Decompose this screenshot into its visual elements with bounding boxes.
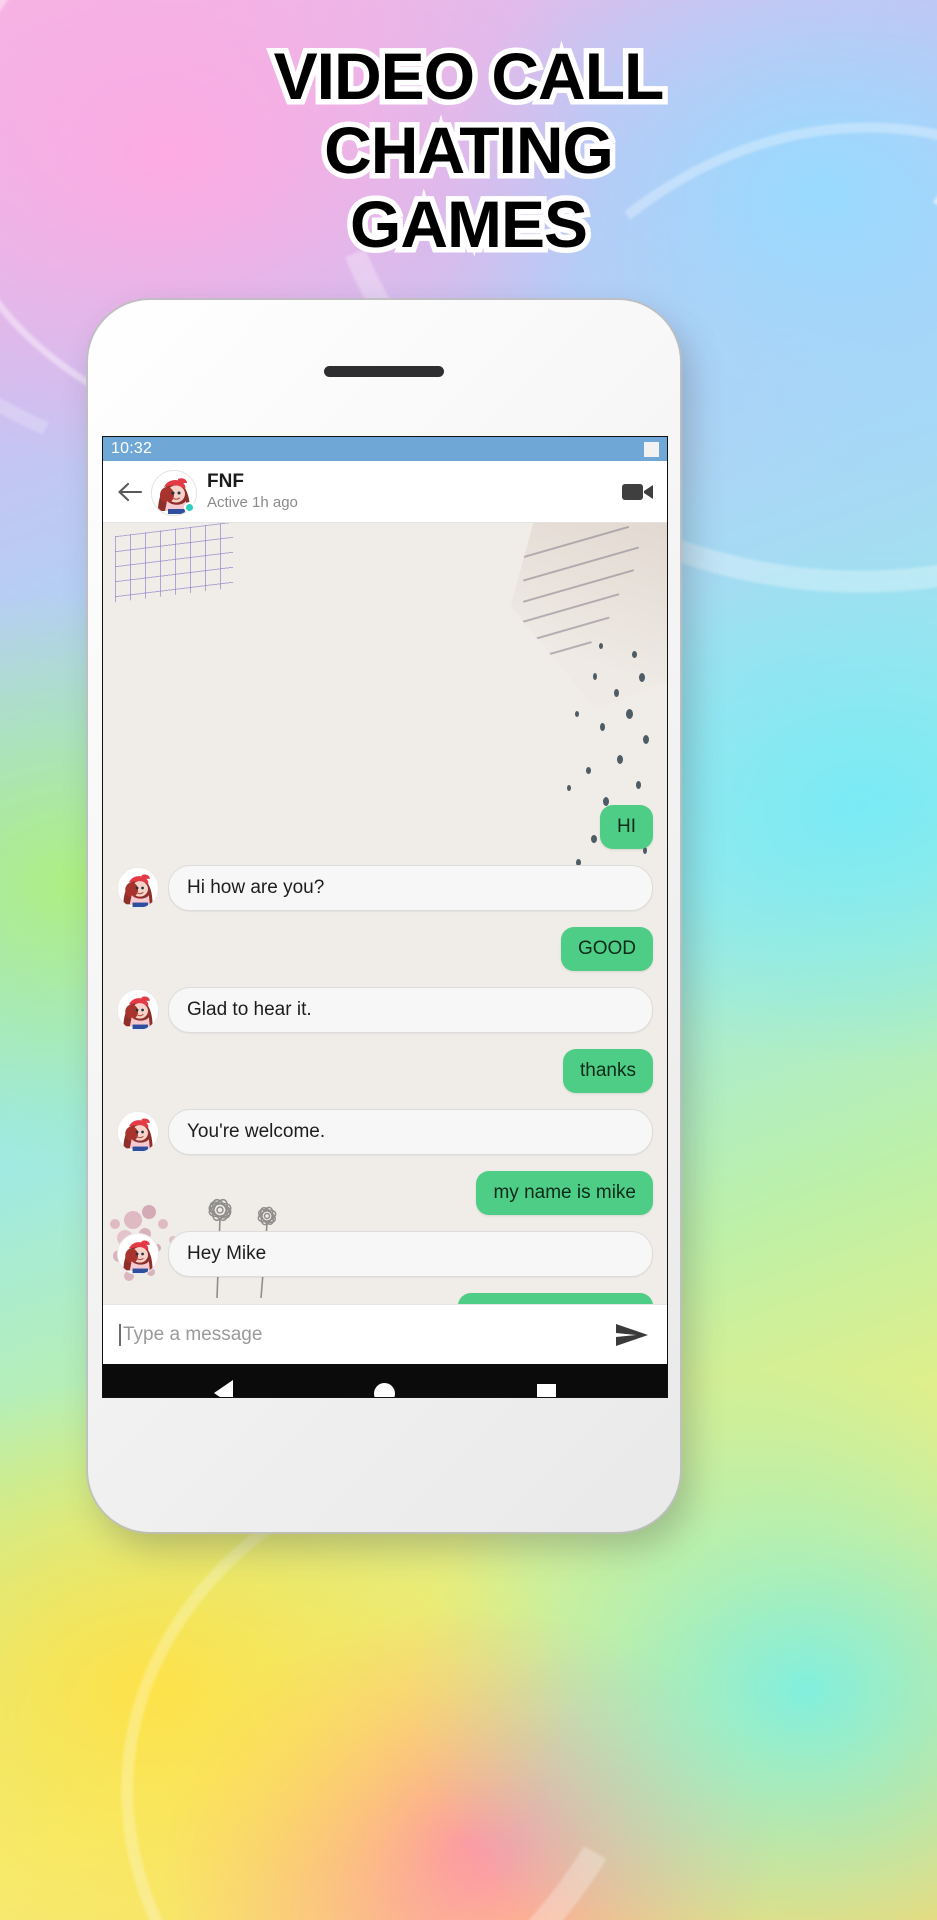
status-bar-clock: 10:32 bbox=[111, 440, 153, 457]
incoming-message-bubble[interactable]: You're welcome. bbox=[168, 1109, 653, 1155]
outgoing-message-bubble[interactable]: GOOD bbox=[560, 927, 653, 971]
phone-mockup: 10:32 FNF Active 1h ago HI Hi how are yo… bbox=[88, 300, 680, 1532]
message-row: GOOD bbox=[103, 927, 667, 971]
contact-title-block: FNF Active 1h ago bbox=[207, 471, 615, 513]
nav-recents-square-icon bbox=[536, 1383, 556, 1397]
poster-headline: VIDEO CALL CHATING GAMES bbox=[0, 34, 937, 267]
chat-message-list[interactable]: HI Hi how are you? GOOD Glad to hear it. t… bbox=[103, 523, 667, 1304]
nav-home-circle-icon bbox=[374, 1382, 396, 1397]
message-avatar bbox=[117, 1233, 159, 1275]
send-icon bbox=[616, 1323, 648, 1346]
status-bar: 10:32 bbox=[103, 437, 667, 461]
video-camera-icon bbox=[622, 483, 653, 500]
incoming-message-bubble[interactable]: Hey Mike bbox=[168, 1231, 653, 1277]
message-avatar bbox=[117, 867, 159, 909]
message-row: HI bbox=[103, 805, 667, 849]
message-avatar bbox=[117, 989, 159, 1031]
arrow-left-icon bbox=[118, 482, 143, 501]
outgoing-message-bubble[interactable]: HI bbox=[600, 805, 653, 849]
contact-avatar-icon bbox=[118, 868, 158, 908]
nav-back-triangle-icon bbox=[214, 1380, 234, 1397]
outgoing-message-bubble[interactable]: my name is mike bbox=[476, 1171, 653, 1215]
promo-poster: VIDEO CALL CHATING GAMES 10:32 FNF Activ… bbox=[0, 0, 937, 1920]
message-row: how are you to day bbox=[103, 1293, 667, 1304]
status-bar-indicator-icon bbox=[644, 441, 659, 457]
android-navigation-bar bbox=[103, 1364, 667, 1397]
message-row: You're welcome. bbox=[103, 1109, 667, 1155]
nav-back-button[interactable] bbox=[196, 1373, 252, 1397]
message-row: Hey Mike bbox=[103, 1231, 667, 1277]
contact-name: FNF bbox=[207, 470, 244, 492]
message-input-bar bbox=[103, 1304, 667, 1364]
message-row: thanks bbox=[103, 1049, 667, 1093]
incoming-message-bubble[interactable]: Hi how are you? bbox=[168, 865, 653, 911]
incoming-message-bubble[interactable]: Glad to hear it. bbox=[168, 987, 653, 1033]
headline-line-2: CHATING bbox=[319, 108, 620, 193]
contact-avatar-icon bbox=[118, 990, 158, 1030]
contact-avatar[interactable] bbox=[151, 469, 197, 516]
chat-app-bar: FNF Active 1h ago bbox=[103, 461, 667, 523]
message-row: Glad to hear it. bbox=[103, 987, 667, 1033]
contact-avatar-icon bbox=[118, 1112, 158, 1152]
video-call-button[interactable] bbox=[615, 475, 655, 509]
send-button[interactable] bbox=[611, 1317, 653, 1353]
online-status-dot bbox=[184, 501, 195, 513]
message-row: my name is mike bbox=[103, 1171, 667, 1215]
message-avatar bbox=[117, 1111, 159, 1153]
message-row: Hi how are you? bbox=[103, 865, 667, 911]
nav-recents-button[interactable] bbox=[518, 1373, 574, 1397]
contact-avatar-icon bbox=[118, 1234, 158, 1274]
contact-status: Active 1h ago bbox=[207, 494, 298, 512]
phone-earpiece-speaker bbox=[324, 366, 444, 377]
headline-line-1: VIDEO CALL bbox=[268, 34, 670, 119]
phone-screen: 10:32 FNF Active 1h ago HI Hi how are yo… bbox=[102, 436, 668, 1398]
headline-line-3: GAMES bbox=[344, 181, 593, 266]
message-input[interactable] bbox=[119, 1323, 611, 1346]
nav-home-button[interactable] bbox=[357, 1373, 413, 1397]
outgoing-message-bubble[interactable]: how are you to day bbox=[458, 1293, 653, 1304]
outgoing-message-bubble[interactable]: thanks bbox=[563, 1049, 653, 1093]
back-button[interactable] bbox=[113, 475, 147, 509]
